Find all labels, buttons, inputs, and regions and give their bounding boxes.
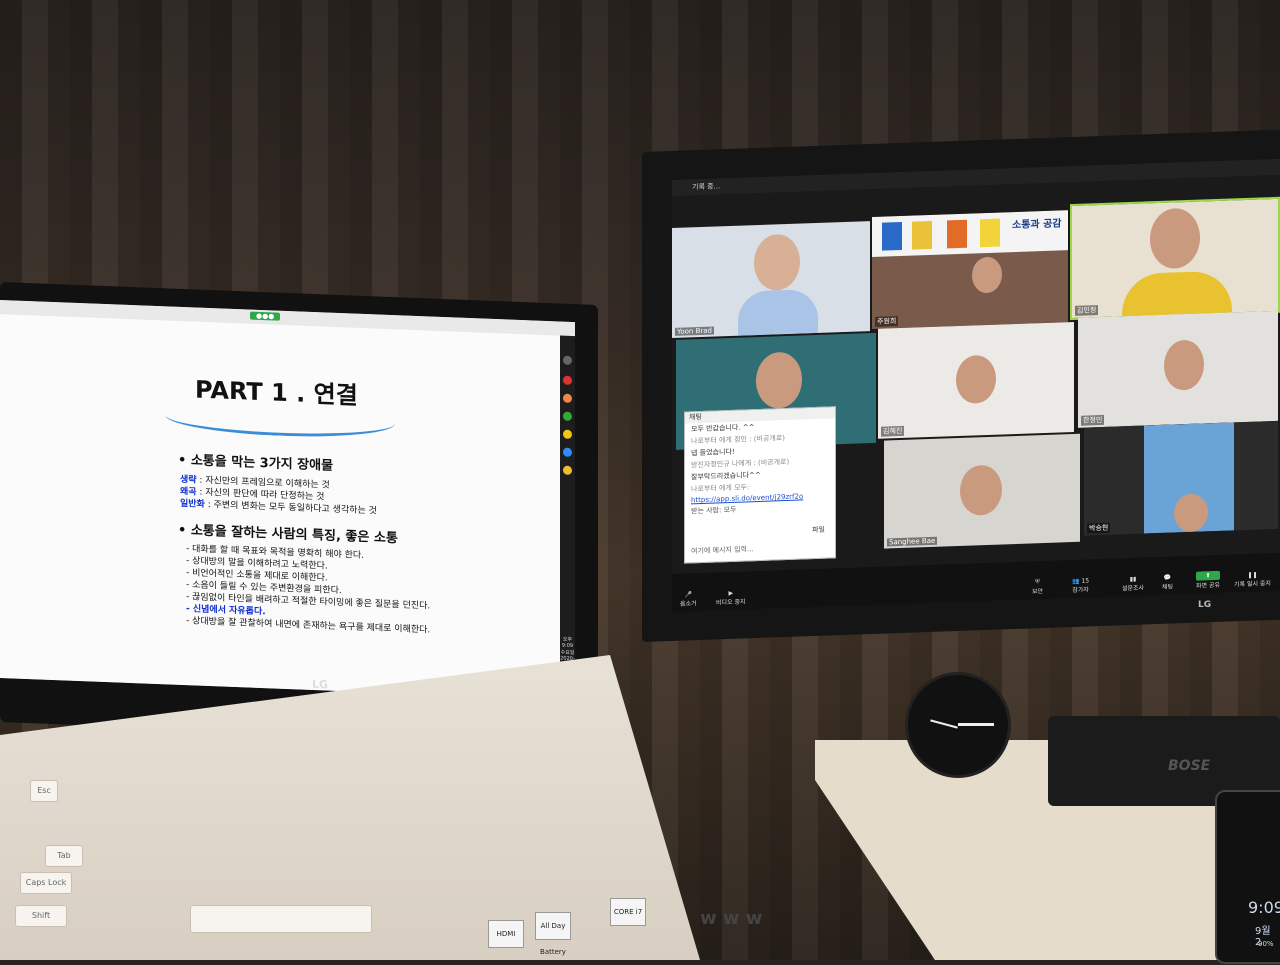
video-tile[interactable]: Sanghee Bae: [884, 434, 1080, 549]
participant-name: 한정민: [1081, 415, 1104, 426]
pause-icon: ❚❚: [1234, 571, 1271, 579]
monitor-logo: LG: [1198, 600, 1211, 610]
chrome-icon[interactable]: [563, 430, 572, 439]
hdmi-sticker: HDMI: [488, 920, 524, 948]
participant-name: 김혜진: [881, 426, 904, 437]
obstacle-item: 일반화 : 주변의 변화는 모두 동일하다고 생각하는 것: [180, 496, 377, 517]
intel-sticker: CORE i7: [610, 898, 646, 926]
phone-battery: 90%: [1258, 940, 1274, 948]
zoom-icon[interactable]: [563, 448, 572, 457]
video-tile-active-speaker[interactable]: 김민정: [1072, 199, 1278, 318]
mute-button[interactable]: 🎤음소거: [680, 591, 697, 608]
participants-button[interactable]: 👥 15참가자: [1072, 577, 1089, 594]
video-tile[interactable]: Yoon Brad: [672, 221, 870, 338]
chat-bubble-icon: 💬: [1162, 575, 1173, 582]
box-print: w w w: [700, 908, 762, 929]
video-tile[interactable]: 박승현: [1084, 421, 1278, 536]
participant-face: [972, 256, 1002, 293]
screen-share-indicator[interactable]: ●●●: [250, 312, 280, 321]
security-button[interactable]: ⛨보안: [1032, 578, 1043, 595]
participant-name: 박승현: [1087, 523, 1110, 534]
windows-taskbar: 오후 9:09 수요일 2020-09-23: [560, 336, 575, 701]
participant-name: Sanghee Bae: [887, 537, 937, 547]
video-tile[interactable]: 김혜진: [878, 322, 1074, 439]
app-icon[interactable]: [563, 376, 572, 385]
participant-face: [1150, 208, 1200, 270]
participant-face: [1164, 339, 1204, 390]
share-screen-button[interactable]: ⬆화면 공유: [1196, 571, 1220, 590]
key-space[interactable]: [190, 905, 372, 933]
zoom-window: 기록 중... Yoon Brad 소통과 공감 주원희 김민정 김혜진 한정민: [672, 159, 1280, 612]
laptop-screen: ●●● PART 1 . 연결 • 소통을 막는 3가지 장애물 생략 : 자신…: [0, 300, 575, 700]
participant-name: 김민정: [1075, 305, 1098, 316]
participant-face: [754, 234, 800, 292]
book-cover: [947, 220, 967, 249]
share-screen-icon: ⬆: [1196, 571, 1220, 581]
poll-button[interactable]: ▮▮설문조사: [1122, 576, 1144, 593]
phone-time: 9:09: [1248, 898, 1280, 917]
key-capslock[interactable]: Caps Lock: [20, 872, 72, 894]
participant-shirt: [1122, 270, 1232, 316]
desk-clock: [905, 672, 1011, 778]
speaker-logo: BOSE: [1168, 758, 1210, 774]
clock-hour-hand: [930, 719, 958, 728]
search-icon[interactable]: [563, 356, 572, 365]
book-cover: [912, 221, 932, 250]
book-title: 소통과 공감: [1012, 214, 1061, 231]
presentation-slide: PART 1 . 연결 • 소통을 막는 3가지 장애물 생략 : 자신만의 프…: [0, 314, 560, 700]
participant-face: [956, 355, 996, 404]
key-shift[interactable]: Shift: [15, 905, 67, 927]
chat-input[interactable]: 여기에 메시지 입력...: [691, 544, 754, 556]
laptop-logo: LG: [312, 678, 328, 692]
book-cover: [882, 222, 902, 251]
chat-panel[interactable]: 채팅 모두 반갑습니다. ^^ 나로부터 에게 정민 : (비공개로) 넵 들었…: [684, 406, 836, 563]
participant-name: Yoon Brad: [675, 327, 714, 336]
video-camera-icon: ▶: [716, 589, 746, 597]
key-esc[interactable]: Esc: [30, 780, 58, 802]
app-icon[interactable]: [563, 466, 572, 475]
title-underline-arc: [165, 398, 395, 440]
chat-button[interactable]: 💬채팅: [1162, 575, 1173, 591]
app-icon[interactable]: [563, 412, 572, 421]
section1-heading: • 소통을 막는 3가지 장애물: [178, 449, 333, 474]
participant-shirt: [738, 289, 818, 336]
participant-face: [960, 464, 1002, 515]
people-icon: 👥 15: [1072, 577, 1089, 585]
microphone-icon: 🎤: [680, 591, 697, 599]
shield-icon: ⛨: [1032, 578, 1043, 586]
stop-video-button[interactable]: ▶비디오 중지: [716, 589, 746, 606]
clock-minute-hand: [958, 723, 994, 726]
battery-sticker: All Day Battery: [535, 912, 571, 940]
participant-name: 주원희: [875, 316, 898, 327]
book-cover: [980, 219, 1000, 248]
video-tile[interactable]: 소통과 공감 주원희: [872, 210, 1068, 329]
book-banner: 소통과 공감: [872, 210, 1068, 257]
app-icon[interactable]: [563, 394, 572, 403]
pause-recording-button[interactable]: ❚❚기록 일시 중지: [1234, 571, 1271, 588]
bar-chart-icon: ▮▮: [1122, 576, 1144, 584]
key-tab[interactable]: Tab: [45, 845, 83, 867]
video-tile[interactable]: 한정민: [1078, 311, 1278, 428]
chat-file-button[interactable]: 파일: [806, 523, 831, 536]
participant-face: [756, 351, 802, 409]
trait-item: - 상대방을 잘 관찰하여 내면에 존재하는 욕구를 제대로 이해한다.: [186, 613, 430, 635]
